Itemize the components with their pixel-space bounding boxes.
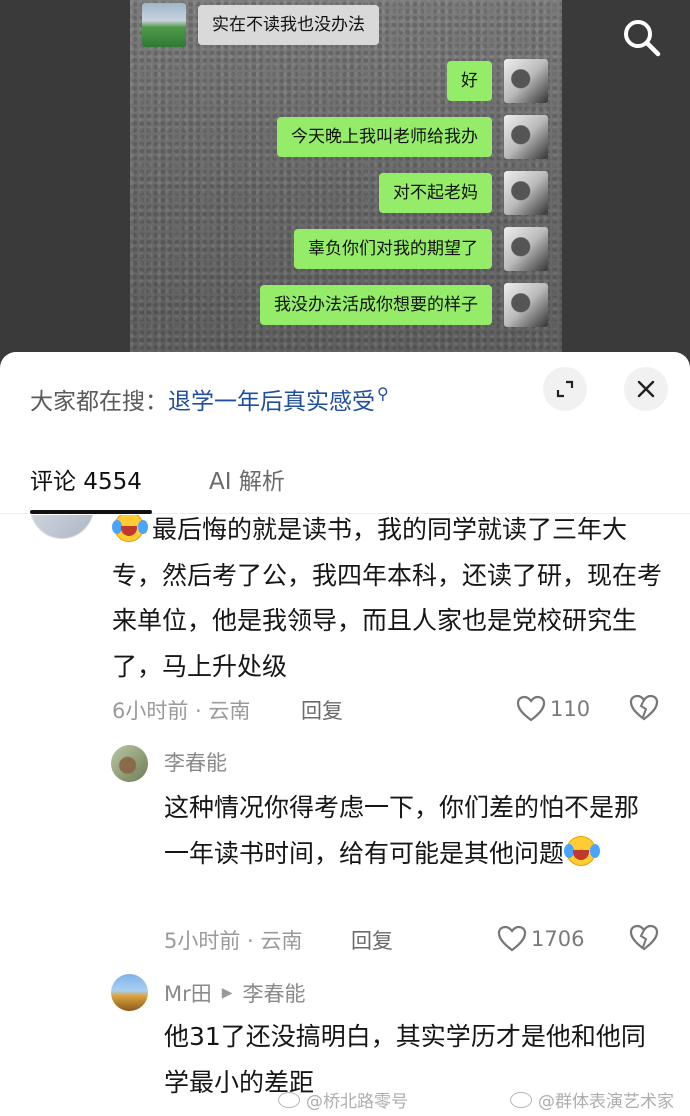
like-button[interactable]: 110: [516, 695, 590, 723]
chat-bubble: 实在不读我也没办法: [198, 5, 379, 45]
chat-avatar: [504, 115, 548, 159]
watermark: @群体表演艺术家: [510, 1087, 674, 1112]
watermark: @桥北路零号: [278, 1087, 408, 1112]
close-icon: [637, 380, 655, 398]
like-count: 110: [550, 697, 591, 721]
comment-text: 最后悔的就是读书，我的同学就读了三年大专，然后考了公，我四年本科，还读了研，现在…: [112, 515, 672, 689]
search-icon: ⚲: [377, 383, 389, 403]
expand-icon: [556, 380, 574, 398]
video-player[interactable]: 实在不读我也没办法 好 今天晚上我叫老师给我办 对不起老妈 辜负你们对我的期望了…: [0, 0, 690, 380]
avatar[interactable]: [111, 745, 148, 782]
author-name[interactable]: Mr田: [164, 978, 212, 1008]
comment-meta: 6小时前 · 云南: [112, 699, 251, 723]
broken-heart-icon: [629, 694, 659, 721]
chat-message-right: 今天晚上我叫老师给我办: [277, 115, 548, 159]
dislike-button[interactable]: [629, 693, 659, 727]
chat-bubble: 我没办法活成你想要的样子: [260, 285, 492, 325]
hot-search-link[interactable]: 退学一年后真实感受: [168, 382, 375, 416]
heart-icon: [497, 925, 527, 952]
chat-avatar: [504, 59, 548, 103]
search-icon[interactable]: [620, 16, 664, 60]
chat-avatar: [504, 227, 548, 271]
hot-search-prefix: 大家都在搜：: [30, 389, 168, 415]
comment-author: Mr田 ▶ 李春能: [164, 978, 306, 1008]
comment-list[interactable]: 最后悔的就是读书，我的同学就读了三年大专，然后考了公，我四年本科，还读了研，现在…: [0, 515, 690, 1116]
chat-message-right: 好: [447, 59, 548, 103]
like-count: 1706: [531, 927, 585, 951]
chat-bubble: 今天晚上我叫老师给我办: [277, 117, 492, 157]
chat-bubble: 辜负你们对我的期望了: [294, 229, 492, 269]
reply-button[interactable]: 回复: [301, 695, 343, 725]
reply-to-name[interactable]: 李春能: [243, 978, 306, 1008]
chat-bubble: 对不起老妈: [379, 173, 492, 213]
like-button[interactable]: 1706: [497, 925, 584, 953]
avatar[interactable]: [30, 515, 94, 539]
reply-button[interactable]: 回复: [351, 925, 393, 955]
weibo-icon: [510, 1091, 532, 1108]
chat-bubble: 好: [447, 61, 492, 101]
avatar[interactable]: [111, 974, 148, 1011]
dislike-button[interactable]: [629, 923, 659, 957]
comment-text: 这种情况你得考虑一下，你们差的怕不是那一年读书时间，给有可能是其他问题: [164, 793, 640, 868]
chat-avatar-landscape: [142, 3, 186, 47]
chat-avatar: [504, 283, 548, 327]
comment-tabs: 评论 4554 AI 解析: [0, 452, 690, 514]
chat-avatar: [504, 171, 548, 215]
tab-active-indicator: [30, 510, 152, 514]
weibo-icon: [278, 1091, 300, 1108]
comment-author[interactable]: 李春能: [164, 747, 227, 777]
chat-message-right: 我没办法活成你想要的样子: [260, 283, 548, 327]
crying-laughing-emoji: [112, 515, 148, 544]
heart-icon: [516, 695, 546, 722]
tab-ai-analysis[interactable]: AI 解析: [209, 462, 285, 496]
hot-search-bar[interactable]: 大家都在搜： 退学一年后真实感受 ⚲: [30, 382, 389, 416]
crying-laughing-emoji: [564, 834, 601, 868]
chat-message-right: 对不起老妈: [379, 171, 548, 215]
tab-comments[interactable]: 评论 4554: [30, 462, 142, 496]
chat-message-right: 辜负你们对我的期望了: [294, 227, 548, 271]
reply-arrow-icon: ▶: [221, 985, 233, 1001]
chat-message-left: 实在不读我也没办法: [142, 3, 379, 47]
expand-button[interactable]: [543, 367, 587, 411]
comment-sheet: 大家都在搜： 退学一年后真实感受 ⚲ 评论 4554 AI 解析 最后悔的就是读…: [0, 352, 690, 1116]
broken-heart-icon: [629, 924, 659, 951]
comment-meta: 5小时前 · 云南: [164, 929, 303, 953]
close-button[interactable]: [624, 367, 668, 411]
